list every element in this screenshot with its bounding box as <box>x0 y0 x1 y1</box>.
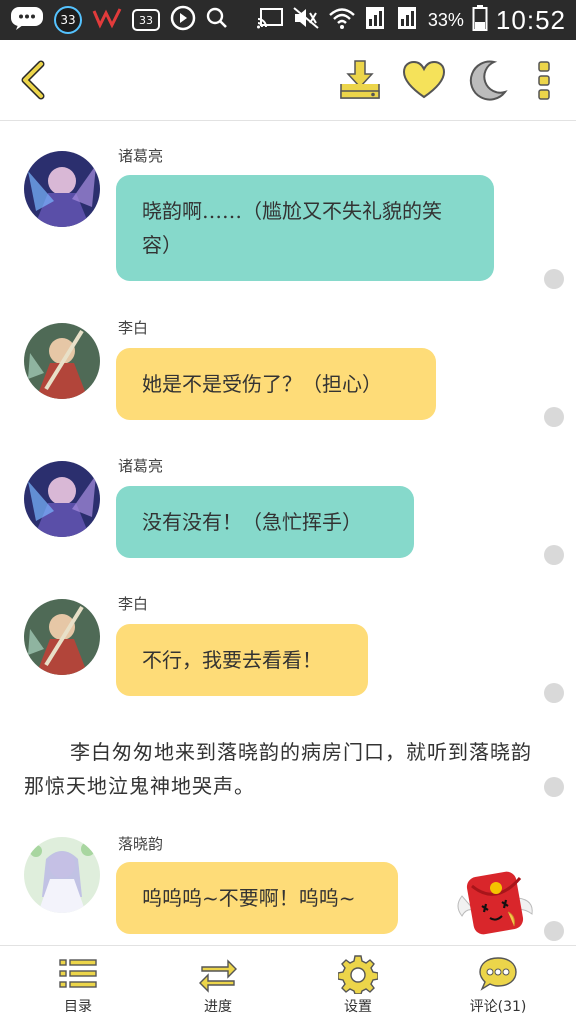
speaker-name: 诸葛亮 <box>118 457 164 475</box>
app-logo-icon <box>92 7 122 33</box>
nav-item-comments[interactable]: 评论(31) <box>443 946 553 1025</box>
paragraph-comment-dot[interactable] <box>544 407 564 427</box>
chat-bubble: 晓韵啊……（尴尬又不失礼貌的笑容） <box>116 175 494 281</box>
battery-icon <box>472 4 488 36</box>
nav-item-progress[interactable]: 进度 <box>163 946 273 1025</box>
speaker-name: 李白 <box>118 319 149 337</box>
sim-signal-2-icon <box>396 5 420 35</box>
paragraph-comment-dot[interactable] <box>544 545 564 565</box>
message-text: 她是不是受伤了？（担心） <box>142 372 382 396</box>
message-text: 不行，我要去看看！ <box>142 648 322 672</box>
chat-story-content[interactable]: 诸葛亮 晓韵啊……（尴尬又不失礼貌的笑容） 李白 她是不是受伤了？（担心） 诸葛… <box>0 121 576 945</box>
avatar-luoxiaoyun[interactable] <box>24 837 100 913</box>
nav-label: 目录 <box>64 999 92 1015</box>
download-icon <box>340 60 380 99</box>
paragraph-comment-dot[interactable] <box>544 921 564 941</box>
chat-bubble: 她是不是受伤了？（担心） <box>116 348 436 420</box>
chat-bubble-icon <box>10 5 44 35</box>
reader-toolbar <box>0 40 576 121</box>
nav-item-toc[interactable]: 目录 <box>23 946 133 1025</box>
search-icon <box>206 7 228 33</box>
status-bar: 33 33 33% 10:52 <box>0 0 576 40</box>
nav-item-settings[interactable]: 设置 <box>303 946 413 1025</box>
red-envelope-icon <box>457 871 533 935</box>
narration-paragraph: 李白匆匆地来到落晓韵的病房门口，就听到落晓韵那惊天地泣鬼神地哭声。 <box>24 740 532 798</box>
nav-label: 设置 <box>344 999 372 1015</box>
paragraph-comment-dot[interactable] <box>544 269 564 289</box>
gear-icon <box>338 955 378 994</box>
battery-percent: 33% <box>427 9 464 30</box>
back-arrow-icon <box>21 60 45 100</box>
message-text: 没有没有！（急忙挥手） <box>142 510 362 534</box>
avatar-libai[interactable] <box>24 599 100 675</box>
chat-bubble: 不行，我要去看看！ <box>116 624 368 696</box>
clock: 10:52 <box>495 4 566 35</box>
mute-icon <box>292 6 320 34</box>
download-button[interactable] <box>334 54 386 106</box>
comment-icon <box>479 957 517 991</box>
favorite-button[interactable] <box>398 54 450 106</box>
bottom-nav: 目录 进度 设置 评论(31) <box>0 945 576 1025</box>
speaker-name: 李白 <box>118 595 149 613</box>
avatar-zhuge[interactable] <box>24 461 100 537</box>
chat-bubble: 呜呜呜~不要啊！呜呜~ <box>116 862 398 934</box>
notification-count-icon: 33 <box>132 9 160 31</box>
paragraph-comment-dot[interactable] <box>544 777 564 797</box>
nav-label: 评论(31) <box>469 999 527 1015</box>
more-options-button[interactable] <box>518 54 570 106</box>
more-vertical-icon <box>538 61 550 100</box>
speaker-name: 诸葛亮 <box>118 147 164 165</box>
night-mode-button[interactable] <box>462 54 514 106</box>
heart-icon <box>402 60 446 99</box>
speaker-name: 落晓韵 <box>118 835 164 853</box>
list-icon <box>59 959 97 988</box>
nav-label: 进度 <box>204 999 232 1015</box>
notification-badge-icon: 33 <box>54 6 82 34</box>
avatar-zhuge[interactable] <box>24 151 100 227</box>
swap-arrows-icon <box>199 959 237 993</box>
chat-bubble: 没有没有！（急忙挥手） <box>116 486 414 558</box>
paragraph-comment-dot[interactable] <box>544 683 564 703</box>
red-packet-float-button[interactable] <box>456 866 536 942</box>
message-text: 呜呜呜~不要啊！呜呜~ <box>142 886 356 910</box>
wifi-icon <box>328 6 356 34</box>
back-button[interactable] <box>6 54 58 106</box>
moon-icon <box>469 60 508 101</box>
sim-signal-icon <box>364 5 388 35</box>
play-icon <box>170 5 196 35</box>
message-text: 晓韵啊……（尴尬又不失礼貌的笑容） <box>142 199 442 257</box>
cast-icon <box>256 7 284 33</box>
avatar-libai[interactable] <box>24 323 100 399</box>
